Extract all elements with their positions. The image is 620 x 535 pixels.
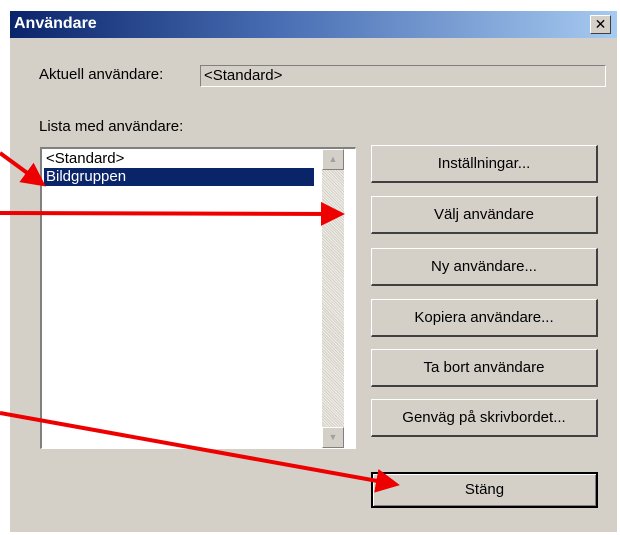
settings-button[interactable]: Inställningar... [371, 145, 598, 183]
triangle-down-icon: ▼ [328, 432, 338, 442]
scroll-down-button[interactable]: ▼ [322, 427, 344, 448]
scroll-up-button[interactable]: ▲ [322, 149, 344, 170]
close-window-button[interactable]: ✕ [590, 15, 611, 34]
new-user-button[interactable]: Ny användare... [371, 248, 598, 286]
list-item-standard[interactable]: <Standard> [44, 150, 314, 168]
close-button[interactable]: Stäng [371, 472, 598, 508]
delete-user-button[interactable]: Ta bort användare [371, 349, 598, 387]
list-scrollbar[interactable]: ▲ ▼ [322, 149, 344, 448]
triangle-up-icon: ▲ [328, 154, 338, 164]
copy-user-button[interactable]: Kopiera användare... [371, 299, 598, 337]
current-user-label: Aktuell användare: [39, 66, 164, 83]
list-item-bildgruppen[interactable]: Bildgruppen [44, 168, 314, 186]
user-listbox[interactable]: <Standard> Bildgruppen ▲ ▼ [40, 147, 356, 449]
desktop-shortcut-button[interactable]: Genväg på skrivbordet... [371, 399, 598, 437]
users-dialog: Användare ✕ Aktuell användare: <Standard… [10, 11, 617, 532]
current-user-field: <Standard> [200, 65, 606, 87]
window-title: Användare [14, 15, 97, 32]
user-list-label: Lista med användare: [39, 118, 184, 135]
select-user-button[interactable]: Välj användare [371, 196, 598, 234]
title-bar[interactable]: Användare ✕ [10, 11, 617, 38]
close-icon: ✕ [594, 16, 607, 32]
